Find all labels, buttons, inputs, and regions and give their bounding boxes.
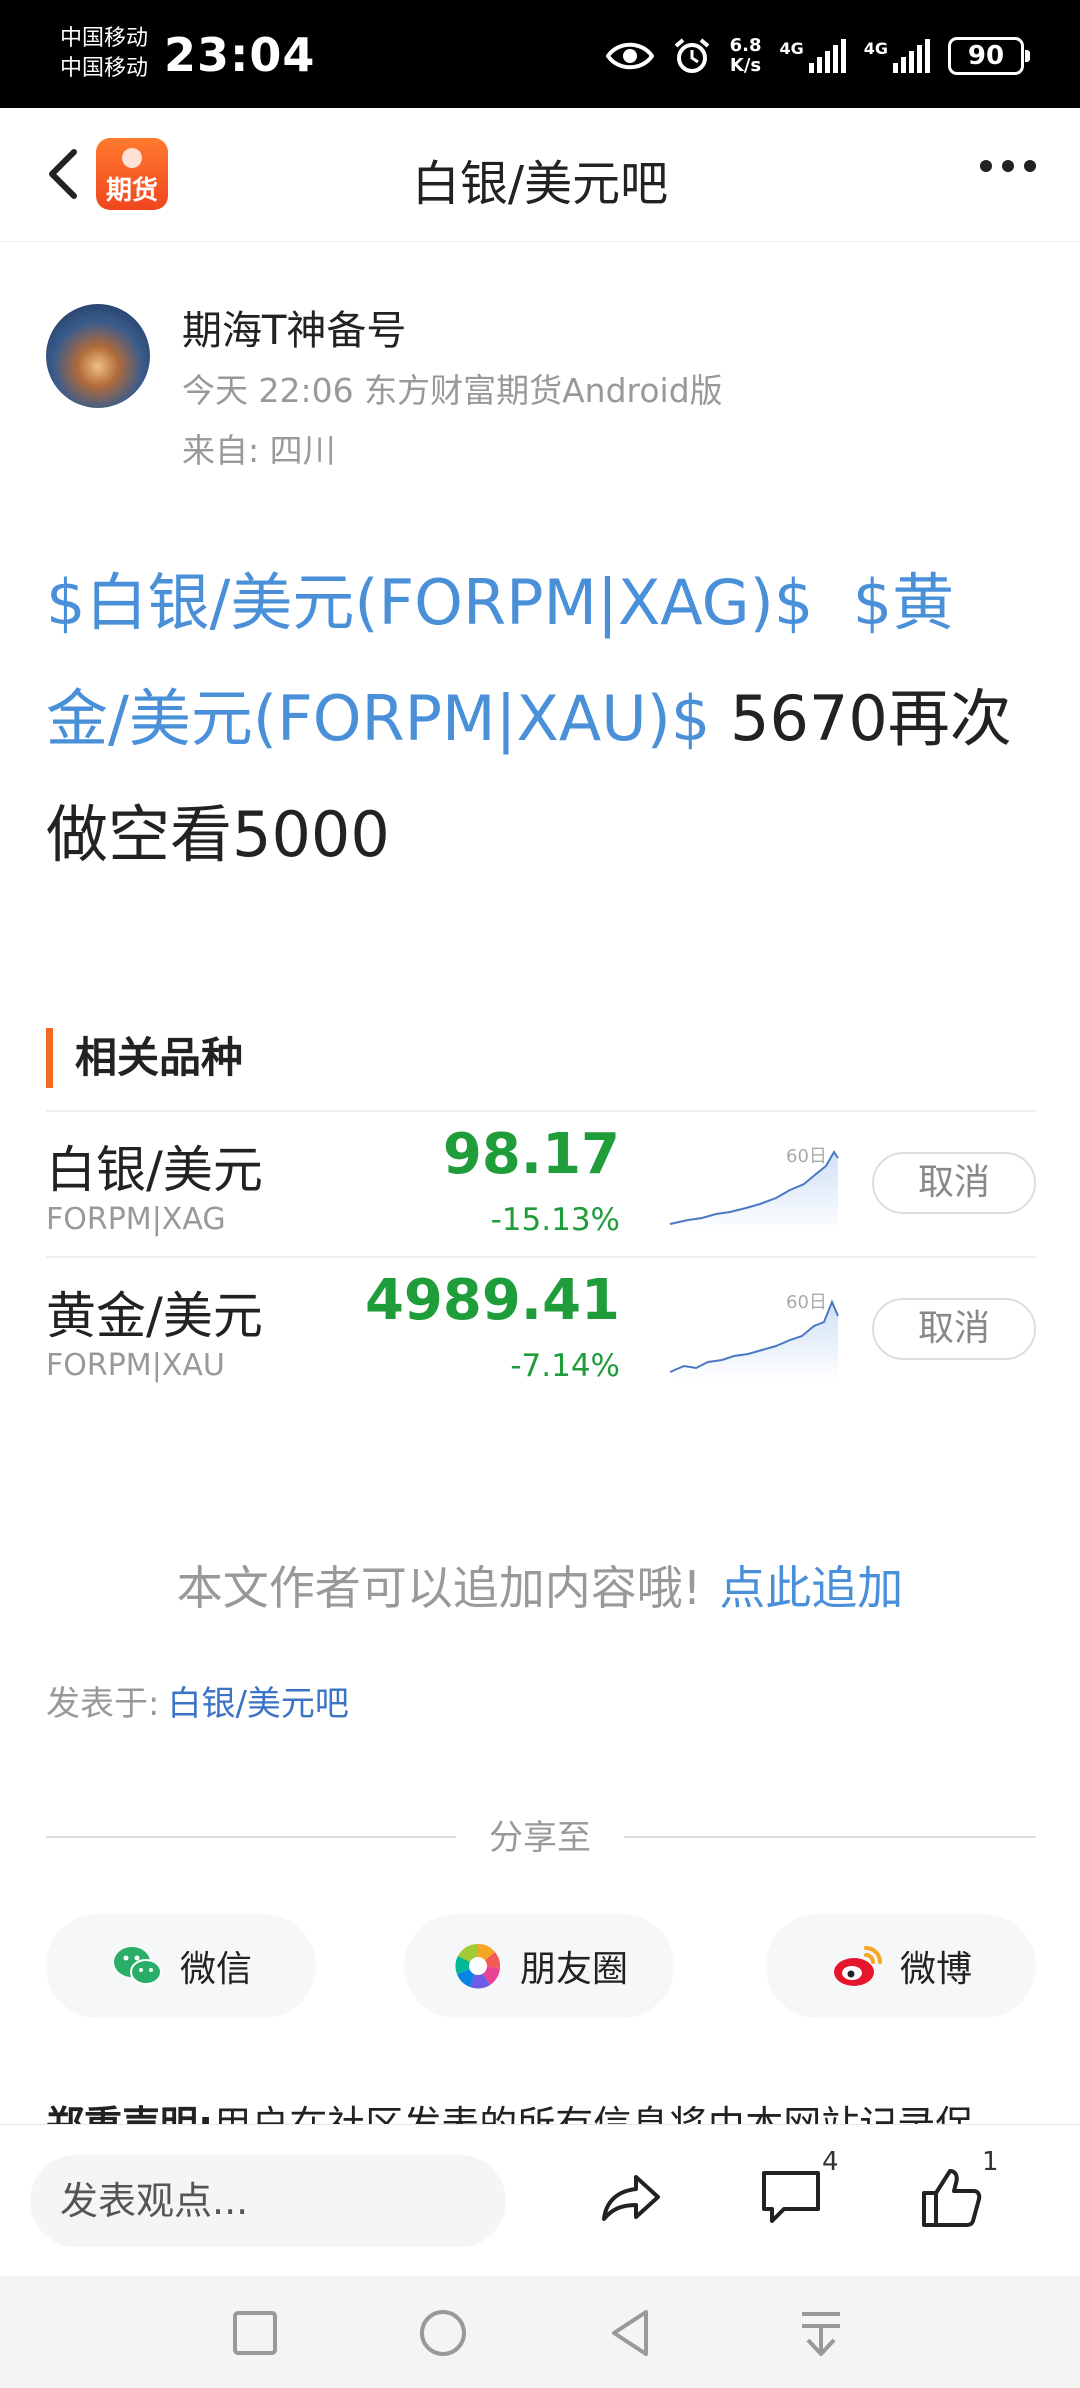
status-bar: 中国移动 中国移动 23:04 6.8 K/s 4G 4G 90 <box>0 0 1080 108</box>
page-title: 白银/美元吧 <box>411 156 669 212</box>
signal-2-label: 4G <box>863 39 888 58</box>
divider <box>624 1836 1036 1838</box>
comment-count-badge: 4 <box>822 2147 839 2177</box>
wechat-icon <box>113 1947 162 1985</box>
share-wechat-button[interactable]: 微信 <box>46 1914 316 2018</box>
back-nav-icon[interactable] <box>604 2306 658 2360</box>
weibo-icon <box>833 1946 882 1986</box>
author-name[interactable]: 期海T神备号 <box>182 298 406 356</box>
post-meta: 今天 22:06 东方财富期货Android版 <box>182 371 723 410</box>
sparkline-chart: 60日 <box>669 1292 839 1380</box>
share-weibo-label: 微博 <box>899 1949 972 1990</box>
battery-icon: 90 <box>948 37 1030 75</box>
clock: 23:04 <box>164 28 316 82</box>
symbol-price: 98.17 <box>442 1122 620 1187</box>
append-text: 本文作者可以追加内容哦! <box>176 1561 702 1615</box>
comment-input[interactable]: 发表观点... <box>30 2155 506 2247</box>
posted-in: 发表于: 白银/美元吧 <box>46 1676 349 1725</box>
forum-link[interactable]: 白银/美元吧 <box>167 1684 348 1724</box>
alarm-icon <box>674 38 709 73</box>
net-speed-unit: K/s <box>729 55 762 76</box>
moments-icon <box>455 1943 501 1989</box>
related-row-gold[interactable]: 黄金/美元 FORPM|XAU 4989.41 -7.14% 60日 取消 <box>46 1258 1036 1404</box>
symbol-code: FORPM|XAU <box>46 1348 225 1383</box>
symbol-name: 黄金/美元 <box>46 1287 263 1345</box>
related-title: 相关品种 <box>46 1028 243 1088</box>
stock-link-silver[interactable]: $白银/美元(FORPM|XAG)$ <box>46 566 813 639</box>
sparkline-label: 60日 <box>786 1146 827 1167</box>
disclaimer-text: 用户在社区发表的所有信息将由本网站记录保 <box>213 2103 974 2126</box>
sparkline-chart: 60日 <box>669 1146 839 1234</box>
share-icon[interactable] <box>596 2163 666 2233</box>
carrier-1: 中国移动 <box>60 26 149 51</box>
symbol-code: FORPM|XAG <box>46 1202 226 1237</box>
comment-icon[interactable] <box>756 2163 826 2233</box>
cancel-watch-button[interactable]: 取消 <box>872 1298 1036 1360</box>
signal-1-label: 4G <box>779 39 804 58</box>
cancel-watch-button[interactable]: 取消 <box>872 1152 1036 1214</box>
post-body: $白银/美元(FORPM|XAG)$ $黄金/美元(FORPM|XAU)$ 56… <box>46 545 1036 893</box>
like-icon[interactable] <box>916 2163 986 2233</box>
posted-in-label: 发表于: <box>46 1684 160 1724</box>
net-speed-value: 6.8 <box>729 35 762 56</box>
menu-down-icon[interactable] <box>794 2306 848 2360</box>
bottom-action-bar: 发表观点... 4 1 <box>0 2124 1080 2276</box>
related-row-silver[interactable]: 白银/美元 FORPM|XAG 98.17 -15.13% 60日 取消 <box>46 1112 1036 1258</box>
symbol-change: -15.13% <box>490 1202 620 1238</box>
sparkline-label: 60日 <box>786 1292 827 1313</box>
symbol-price: 4989.41 <box>364 1268 620 1333</box>
signal-1-icon: 4G <box>779 39 846 73</box>
share-moments-button[interactable]: 朋友圈 <box>404 1914 674 2018</box>
append-prompt: 本文作者可以追加内容哦! 点此追加 <box>0 1552 1080 1618</box>
recent-apps-icon[interactable] <box>228 2306 282 2360</box>
like-count-badge: 1 <box>982 2147 999 2177</box>
eye-icon <box>605 42 654 70</box>
share-wechat-label: 微信 <box>179 1949 252 1990</box>
append-link[interactable]: 点此追加 <box>719 1561 903 1615</box>
disclaimer-title: 郑重声明: <box>46 2103 214 2126</box>
share-weibo-button[interactable]: 微博 <box>766 1914 1036 2018</box>
share-moments-label: 朋友圈 <box>519 1949 628 1990</box>
header: 期货 白银/美元吧 <box>0 108 1080 242</box>
symbol-change: -7.14% <box>510 1348 620 1384</box>
net-speed: 6.8 K/s <box>730 36 762 76</box>
share-label: 分享至 <box>489 1818 591 1858</box>
symbol-name: 白银/美元 <box>46 1141 263 1199</box>
post-location: 来自: 四川 <box>182 431 336 470</box>
avatar[interactable] <box>46 304 150 408</box>
home-icon[interactable] <box>416 2306 470 2360</box>
more-options-icon[interactable] <box>980 160 1036 172</box>
carrier-labels: 中国移动 中国移动 <box>60 24 148 84</box>
carrier-2: 中国移动 <box>60 56 149 81</box>
status-icons: 6.8 K/s 4G 4G 90 <box>605 30 1030 82</box>
system-nav-bar <box>0 2276 1080 2388</box>
signal-2-icon: 4G <box>864 39 930 73</box>
disclaimer: 郑重声明:用户在社区发表的所有信息将由本网站记录保 <box>46 2092 1046 2126</box>
